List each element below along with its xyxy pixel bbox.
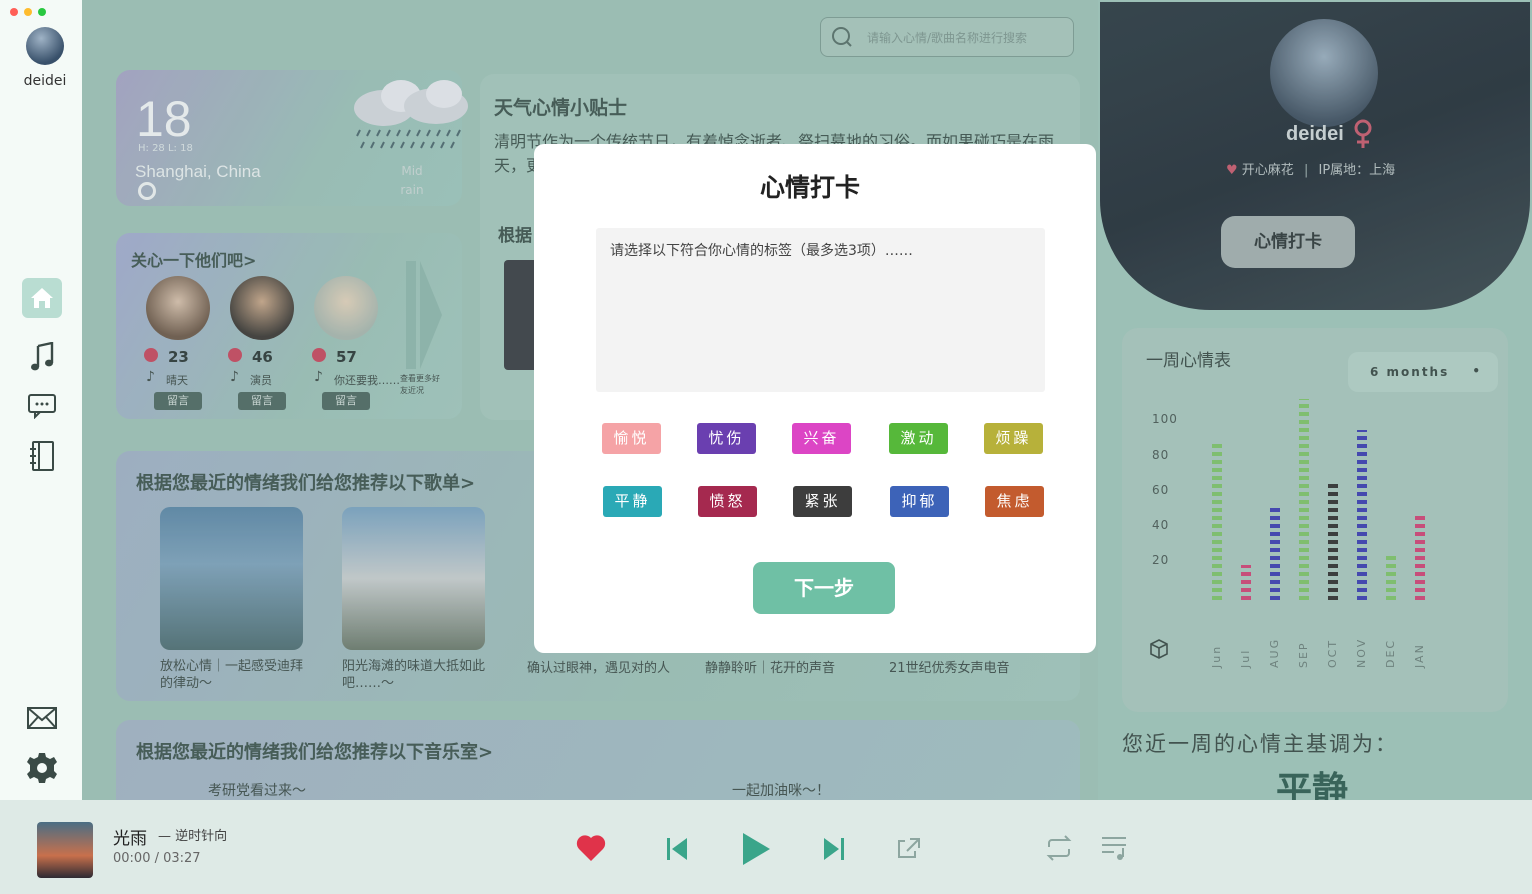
mood-checkin-dialog: 心情打卡 请选择以下符合你心情的标签（最多选3项）…… 愉悦 忧伤 兴奋 激动 …	[534, 144, 1096, 653]
mood-tag-label: 焦虑	[996, 492, 1033, 510]
mood-tag-label: 烦躁	[995, 429, 1032, 447]
gear-icon	[27, 753, 57, 783]
mood-tag-yuyue[interactable]: 愉悦	[602, 423, 661, 454]
minimize-window-dot[interactable]	[24, 8, 32, 16]
track-title: 光雨	[113, 829, 147, 849]
mood-tag-label: 愉悦	[613, 429, 650, 447]
nav-chat[interactable]	[22, 386, 62, 426]
mood-tag-fennu[interactable]: 愤怒	[698, 486, 757, 517]
mail-icon	[27, 707, 57, 729]
mood-tag-jinzhang[interactable]: 紧张	[793, 486, 852, 517]
mood-tag-jiaolv[interactable]: 焦虑	[985, 486, 1044, 517]
mood-tag-youshang[interactable]: 忧伤	[697, 423, 756, 454]
window-controls	[10, 8, 46, 16]
nav-home[interactable]	[22, 278, 62, 318]
music-icon	[31, 342, 54, 371]
mood-tag-label: 平静	[614, 492, 651, 510]
sidebar: deidei	[0, 0, 82, 800]
share-icon[interactable]	[896, 836, 922, 860]
mood-tag-xingfen[interactable]: 兴奋	[792, 423, 851, 454]
notebook-icon	[30, 441, 54, 471]
nav-notebook[interactable]	[22, 436, 62, 476]
track-cover[interactable]	[37, 822, 93, 878]
mood-tag-pingjing[interactable]: 平静	[603, 486, 662, 517]
playlist-icon[interactable]	[1100, 834, 1128, 862]
close-window-dot[interactable]	[10, 8, 18, 16]
mood-tag-label: 愤怒	[709, 492, 746, 510]
sidebar-username: deidei	[23, 73, 67, 89]
track-artist: — 逆时针向	[158, 829, 228, 844]
mood-tag-yiyu[interactable]: 抑郁	[890, 486, 949, 517]
next-step-button[interactable]: 下一步	[753, 562, 895, 614]
heart-icon[interactable]	[576, 834, 606, 862]
mood-tag-fanzao[interactable]: 烦躁	[984, 423, 1043, 454]
chat-icon	[28, 394, 56, 419]
nav-settings[interactable]	[22, 748, 62, 788]
mood-tag-label: 紧张	[804, 492, 841, 510]
maximize-window-dot[interactable]	[38, 8, 46, 16]
mood-tag-label: 忧伤	[708, 429, 745, 447]
play-icon[interactable]	[740, 831, 772, 867]
home-icon	[31, 288, 53, 308]
mood-note-textarea[interactable]: 请选择以下符合你心情的标签（最多选3项）……	[596, 228, 1045, 392]
mood-tag-jidong[interactable]: 激动	[889, 423, 948, 454]
mood-tag-label: 兴奋	[803, 429, 840, 447]
previous-icon[interactable]	[665, 836, 689, 862]
nav-music[interactable]	[22, 337, 62, 377]
mood-tag-label: 激动	[900, 429, 937, 447]
track-time: 00:00 / 03:27	[113, 851, 201, 866]
avatar[interactable]	[26, 27, 64, 65]
mood-tag-label: 抑郁	[901, 492, 938, 510]
music-player-bar: 光雨 — 逆时针向 00:00 / 03:27	[0, 800, 1532, 894]
dialog-title: 心情打卡	[759, 173, 860, 202]
next-icon[interactable]	[822, 836, 846, 862]
repeat-icon[interactable]	[1044, 835, 1074, 861]
nav-mail[interactable]	[22, 698, 62, 738]
